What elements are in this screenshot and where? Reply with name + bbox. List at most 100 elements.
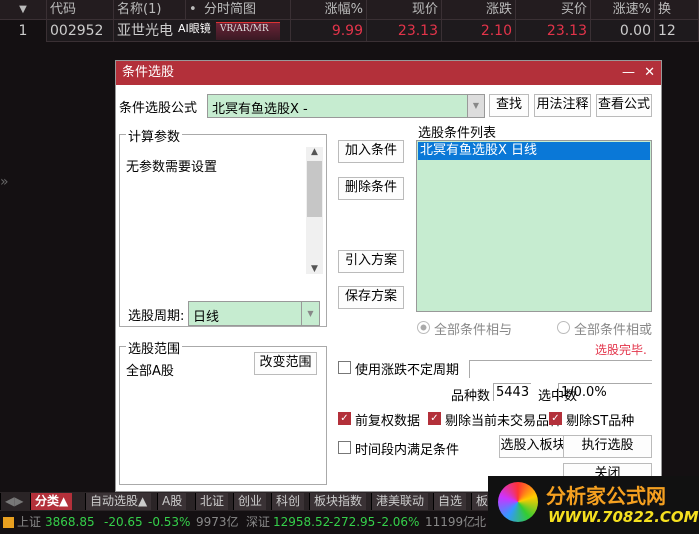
params-group: 计算参数 无参数需要设置 ▲ ▼ 选股周期: 日线 ▼ bbox=[119, 126, 327, 327]
formula-label: 条件选股公式 bbox=[119, 101, 198, 116]
col-bid[interactable]: 买价 bbox=[516, 0, 591, 20]
radio-or[interactable] bbox=[557, 321, 570, 334]
condition-list[interactable]: 北冥有鱼选股X 日线 bbox=[416, 140, 652, 312]
column-menu[interactable]: ▼ bbox=[0, 0, 47, 20]
count-label: 品种数 bbox=[451, 389, 491, 404]
mini-chart: VR/AR/MR bbox=[201, 20, 291, 42]
change-scope-button[interactable]: 改变范围 bbox=[254, 352, 317, 375]
row-turnover: 12 bbox=[655, 20, 699, 42]
tab-a-share[interactable]: A股 bbox=[157, 493, 187, 510]
tab-beizheng[interactable]: 北证 bbox=[195, 493, 229, 510]
view-formula-button[interactable]: 查看公式 bbox=[596, 94, 652, 117]
col-name[interactable]: 名称(1) bbox=[114, 0, 186, 20]
tab-category[interactable]: 分类▲ bbox=[30, 493, 73, 510]
status-text: 选股完毕. bbox=[595, 343, 647, 357]
usage-button[interactable]: 用法注释 bbox=[534, 94, 591, 117]
add-condition-button[interactable]: 加入条件 bbox=[338, 140, 404, 163]
row-name: 亚世光电 bbox=[117, 23, 173, 39]
row-change: 2.10 bbox=[442, 20, 516, 42]
watermark-name: 分析家公式网 bbox=[546, 484, 666, 508]
col-code[interactable]: 代码 bbox=[47, 0, 114, 20]
status-icon[interactable] bbox=[3, 517, 14, 528]
minimize-icon[interactable]: — bbox=[622, 61, 635, 85]
uncertain-period-label: 使用涨跌不定周期 bbox=[355, 363, 460, 378]
scroll-up-icon[interactable]: ▲ bbox=[306, 147, 323, 157]
radio-and-label: 全部条件相与 bbox=[434, 323, 513, 338]
exclude-st-checkbox[interactable]: ✓ bbox=[549, 412, 562, 425]
col-turnover[interactable]: 换 bbox=[655, 0, 699, 20]
time-range-label: 时间段内满足条件 bbox=[355, 443, 460, 458]
sz-amount: 11199亿 bbox=[425, 515, 476, 529]
find-button[interactable]: 查找 bbox=[489, 94, 529, 117]
uncertain-period-input[interactable] bbox=[469, 360, 652, 378]
delete-condition-button[interactable]: 删除条件 bbox=[338, 177, 404, 200]
import-plan-button[interactable]: 引入方案 bbox=[338, 250, 404, 273]
watermark-logo: 分析家公式网 WWW.70822.COM bbox=[488, 476, 699, 534]
scroll-down-icon[interactable]: ▼ bbox=[306, 264, 323, 274]
table-header: ▼ 代码 名称(1) • 分时简图 涨幅% 现价 涨跌 买价 涨速% 换 bbox=[0, 0, 699, 20]
list-item[interactable]: 北冥有鱼选股X 日线 bbox=[418, 142, 650, 160]
col-change-pct[interactable]: 涨幅% bbox=[291, 0, 367, 20]
watermark-url: WWW.70822.COM bbox=[548, 508, 699, 526]
row-price: 23.13 bbox=[367, 20, 442, 42]
flower-logo-icon bbox=[498, 482, 538, 522]
radio-or-label: 全部条件相或 bbox=[574, 323, 653, 338]
tab-kechuang[interactable]: 科创 bbox=[271, 493, 305, 510]
formula-select[interactable]: 北冥有鱼选股X - ▼ bbox=[207, 94, 485, 118]
params-scrollbar[interactable]: ▲ ▼ bbox=[306, 147, 323, 274]
sh-change: -20.65 bbox=[104, 515, 143, 529]
tab-scroll-arrows-icon[interactable]: ◀▶ bbox=[0, 493, 28, 510]
dialog-titlebar: 条件选股 — ✕ bbox=[116, 61, 661, 85]
period-label: 选股周期: bbox=[128, 309, 185, 324]
params-text: 无参数需要设置 bbox=[126, 160, 218, 175]
col-minichart[interactable]: 分时简图 bbox=[201, 0, 291, 20]
table-row[interactable]: 1 002952 亚世光电 AI眼镜 VR/AR/MR 9.99 23.13 2… bbox=[0, 20, 699, 42]
sh-value: 3868.85 bbox=[45, 515, 95, 529]
row-change-pct: 9.99 bbox=[291, 20, 367, 42]
bz-label: 北 bbox=[474, 515, 487, 529]
period-value: 日线 bbox=[193, 310, 220, 325]
uncertain-period-checkbox[interactable] bbox=[338, 361, 351, 374]
sz-pct: -2.06% bbox=[377, 515, 420, 529]
params-group-label: 计算参数 bbox=[126, 126, 183, 145]
to-block-button[interactable]: 选股入板块 bbox=[499, 435, 567, 458]
scope-group: 选股范围 全部A股 改变范围 bbox=[119, 338, 327, 485]
radio-and[interactable] bbox=[417, 321, 430, 334]
col-speed[interactable]: 涨速% bbox=[591, 0, 655, 20]
tab-auto-select[interactable]: 自动选股▲ bbox=[85, 493, 152, 510]
forward-adjust-label: 前复权数据 bbox=[355, 414, 421, 429]
execute-button[interactable]: 执行选股 bbox=[563, 435, 652, 458]
chevron-down-icon[interactable]: ▼ bbox=[467, 95, 484, 117]
sz-change: -272.95 bbox=[329, 515, 376, 529]
expand-arrow-icon[interactable]: » bbox=[0, 174, 9, 190]
scope-group-label: 选股范围 bbox=[126, 338, 183, 357]
exclude-untraded-checkbox[interactable]: ✓ bbox=[428, 412, 441, 425]
time-range-checkbox[interactable] bbox=[338, 441, 351, 454]
col-price[interactable]: 现价 bbox=[367, 0, 442, 20]
col-change[interactable]: 涨跌 bbox=[442, 0, 516, 20]
row-index: 1 bbox=[0, 20, 47, 42]
selected-field: 1/0.0% bbox=[558, 383, 652, 401]
formula-value: 北冥有鱼选股X - bbox=[212, 102, 308, 117]
tab-hk-us[interactable]: 港美联动 bbox=[371, 493, 429, 510]
row-speed: 0.00 bbox=[591, 20, 655, 42]
scroll-thumb[interactable] bbox=[307, 161, 322, 217]
close-icon[interactable]: ✕ bbox=[644, 61, 655, 85]
row-code: 002952 bbox=[47, 20, 114, 42]
chevron-down-icon[interactable]: ▼ bbox=[301, 302, 319, 325]
dialog-title: 条件选股 bbox=[122, 65, 175, 80]
exclude-untraded-label: 剔除当前未交易品种 bbox=[445, 414, 563, 429]
col-dot: • bbox=[189, 2, 197, 17]
sh-label: 上证 bbox=[17, 515, 42, 529]
sh-pct: -0.53% bbox=[148, 515, 191, 529]
count-field: 5443 bbox=[493, 383, 531, 401]
tab-chuangye[interactable]: 创业 bbox=[233, 493, 267, 510]
tab-watchlist[interactable]: 自选 bbox=[433, 493, 467, 510]
period-select[interactable]: 日线 ▼ bbox=[188, 301, 320, 326]
sh-amount: 9973亿 bbox=[196, 515, 239, 529]
scope-value: 全部A股 bbox=[126, 364, 174, 379]
stock-filter-dialog: 条件选股 — ✕ 条件选股公式 北冥有鱼选股X - ▼ 查找 用法注释 查看公式… bbox=[115, 60, 662, 492]
forward-adjust-checkbox[interactable]: ✓ bbox=[338, 412, 351, 425]
save-plan-button[interactable]: 保存方案 bbox=[338, 286, 404, 309]
tab-sector-index[interactable]: 板块指数 bbox=[309, 493, 367, 510]
